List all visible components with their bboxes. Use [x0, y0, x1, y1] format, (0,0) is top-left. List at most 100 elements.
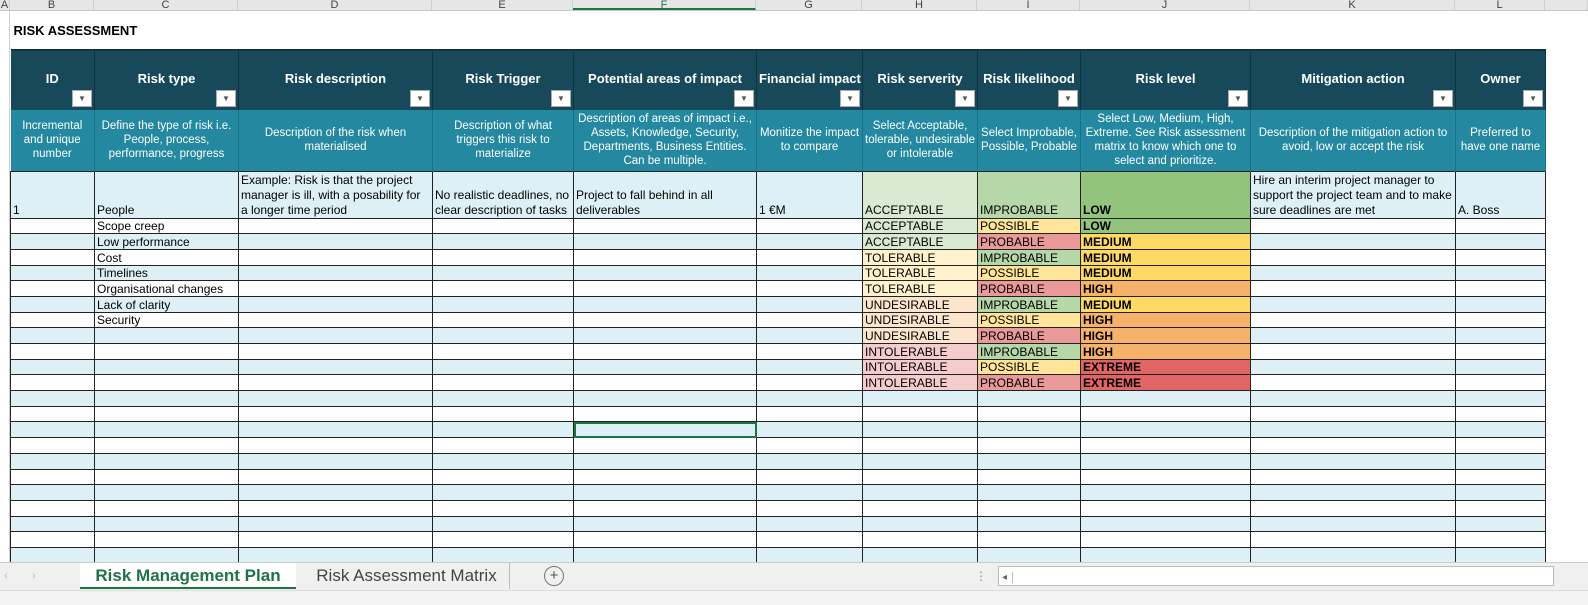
cell[interactable] — [573, 405, 757, 423]
cell[interactable]: EXTREME — [1080, 374, 1251, 392]
cell[interactable]: Scope creep — [94, 217, 239, 235]
cell[interactable] — [1454, 358, 1547, 376]
scroll-tabs-left-icon[interactable]: ‹ — [4, 563, 8, 589]
cell[interactable] — [1454, 515, 1547, 533]
cell[interactable] — [573, 280, 757, 297]
cell[interactable] — [1454, 390, 1547, 407]
cell[interactable] — [862, 546, 978, 562]
column-header-G[interactable]: G — [756, 0, 862, 10]
cell[interactable] — [238, 546, 433, 562]
cell[interactable] — [756, 515, 863, 533]
cell[interactable] — [756, 217, 863, 235]
cell[interactable]: Cost — [94, 248, 239, 266]
cell[interactable] — [862, 390, 978, 407]
cell[interactable] — [238, 390, 433, 407]
cell[interactable] — [977, 405, 1081, 423]
cell[interactable] — [238, 248, 433, 266]
cell[interactable]: PROBABLE — [977, 280, 1081, 297]
cell[interactable] — [573, 217, 757, 235]
cell[interactable]: PROBABLE — [977, 327, 1081, 344]
cell[interactable] — [1080, 468, 1251, 486]
column-header-F[interactable]: F — [573, 0, 756, 10]
cell[interactable] — [1080, 437, 1251, 454]
cell[interactable] — [862, 515, 978, 533]
cell[interactable] — [573, 343, 757, 360]
cell[interactable] — [94, 405, 239, 423]
cell[interactable] — [238, 233, 433, 250]
cell[interactable] — [10, 515, 95, 533]
tab-splitter-handle[interactable]: ⋮ — [975, 563, 987, 589]
cell[interactable]: Hire an interim project manager to suppo… — [1250, 170, 1456, 219]
cell[interactable] — [10, 264, 95, 282]
cell[interactable] — [862, 405, 978, 423]
cell[interactable]: IMPROBABLE — [977, 170, 1081, 219]
cell[interactable] — [573, 358, 757, 376]
cell[interactable] — [94, 327, 239, 344]
cell[interactable]: Lack of clarity — [94, 295, 239, 313]
cell[interactable] — [756, 390, 863, 407]
column-header-C[interactable]: C — [94, 0, 238, 10]
cell[interactable] — [1250, 327, 1456, 344]
cell[interactable]: IMPROBABLE — [977, 295, 1081, 313]
cell[interactable] — [432, 421, 574, 439]
cell[interactable] — [432, 468, 574, 486]
cell[interactable]: People — [94, 170, 239, 219]
cell[interactable]: MEDIUM — [1080, 248, 1251, 266]
cell[interactable] — [573, 468, 757, 486]
cell[interactable] — [432, 264, 574, 282]
cell[interactable] — [862, 531, 978, 548]
cell[interactable] — [10, 405, 95, 423]
cell[interactable] — [432, 452, 574, 470]
cell[interactable]: TOLERABLE — [862, 280, 978, 297]
cell[interactable] — [977, 546, 1081, 562]
cell[interactable] — [756, 358, 863, 376]
filter-dropdown-icon[interactable]: ▼ — [72, 90, 92, 107]
cell[interactable]: MEDIUM — [1080, 264, 1251, 282]
cell[interactable] — [573, 499, 757, 517]
cell[interactable]: INTOLERABLE — [862, 343, 978, 360]
cell[interactable] — [432, 405, 574, 423]
cell[interactable]: Security — [94, 311, 239, 329]
cell[interactable] — [1250, 515, 1456, 533]
cell[interactable] — [432, 437, 574, 454]
cell[interactable] — [94, 358, 239, 376]
cell[interactable] — [432, 358, 574, 376]
cell[interactable] — [977, 468, 1081, 486]
cell[interactable] — [1454, 499, 1547, 517]
cell[interactable] — [238, 421, 433, 439]
cell[interactable] — [10, 437, 95, 454]
cell[interactable] — [573, 515, 757, 533]
cell[interactable] — [432, 531, 574, 548]
cell[interactable] — [573, 421, 757, 439]
cell[interactable] — [573, 248, 757, 266]
cell[interactable] — [1454, 327, 1547, 344]
cell[interactable] — [756, 280, 863, 297]
cell[interactable] — [1250, 358, 1456, 376]
cell[interactable] — [432, 484, 574, 501]
cell[interactable] — [432, 374, 574, 392]
cell[interactable] — [238, 358, 433, 376]
cell[interactable]: HIGH — [1080, 343, 1251, 360]
cell[interactable]: EXTREME — [1080, 358, 1251, 376]
cell[interactable]: UNDESIRABLE — [862, 295, 978, 313]
cell[interactable] — [573, 452, 757, 470]
cell[interactable]: INTOLERABLE — [862, 358, 978, 376]
column-header-J[interactable]: J — [1080, 0, 1250, 10]
scroll-tabs-right-icon[interactable]: › — [32, 563, 36, 589]
cell[interactable] — [432, 546, 574, 562]
cell[interactable] — [756, 531, 863, 548]
cell[interactable]: MEDIUM — [1080, 233, 1251, 250]
cell[interactable] — [238, 280, 433, 297]
filter-dropdown-icon[interactable]: ▼ — [1433, 90, 1453, 107]
cell[interactable]: ACCEPTABLE — [862, 217, 978, 235]
cell[interactable]: Project to fall behind in all deliverabl… — [573, 170, 757, 219]
column-header-I[interactable]: I — [977, 0, 1080, 10]
cell[interactable] — [432, 233, 574, 250]
cell[interactable] — [10, 217, 95, 235]
cell[interactable] — [1454, 217, 1547, 235]
cell[interactable]: POSSIBLE — [977, 264, 1081, 282]
cell[interactable] — [1250, 264, 1456, 282]
add-sheet-button[interactable]: + — [544, 566, 564, 586]
cell[interactable] — [238, 374, 433, 392]
cell[interactable] — [1454, 452, 1547, 470]
